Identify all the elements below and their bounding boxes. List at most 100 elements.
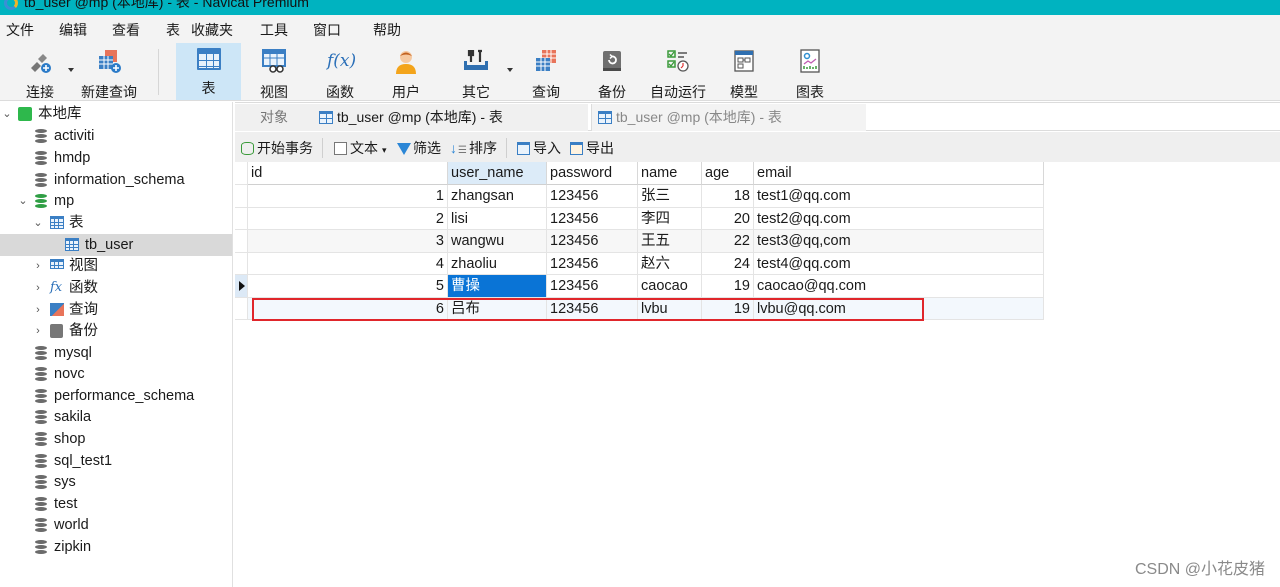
- tree-db-zipkin[interactable]: zipkin: [0, 536, 232, 558]
- begin-transaction-button[interactable]: 开始事务: [241, 139, 313, 157]
- other-button[interactable]: 其它: [450, 43, 502, 100]
- table-row[interactable]: 3 wangwu 123456 王五 22 test3@qq,com: [235, 230, 1045, 253]
- cell-user-name[interactable]: lisi: [448, 207, 547, 230]
- row-indicator[interactable]: [235, 185, 248, 208]
- tree-connection-local[interactable]: ⌄ 本地库: [0, 103, 232, 125]
- column-header-name[interactable]: name: [638, 162, 702, 185]
- cell-age[interactable]: 19: [702, 275, 754, 298]
- menu-view[interactable]: 查看: [112, 20, 140, 40]
- menu-table[interactable]: 表: [166, 20, 180, 40]
- cell-password[interactable]: 123456: [547, 252, 638, 275]
- cell-user-name[interactable]: zhangsan: [448, 185, 547, 208]
- tab-tb-user-design[interactable]: tb_user @mp (本地库) - 表: [591, 104, 866, 131]
- view-button[interactable]: 视图: [248, 43, 300, 100]
- tab-tb-user-active[interactable]: tb_user @mp (本地库) - 表: [313, 104, 588, 131]
- cell-id[interactable]: 2: [248, 207, 448, 230]
- row-indicator-current[interactable]: [235, 275, 248, 298]
- cell-password[interactable]: 123456: [547, 230, 638, 253]
- table-row[interactable]: 6 吕布 123456 lvbu 19 lvbu@qq.com: [235, 297, 1045, 320]
- table-row[interactable]: 4 zhaoliu 123456 赵六 24 test4@qq.com: [235, 252, 1045, 275]
- filter-button[interactable]: 筛选: [397, 139, 441, 157]
- cell-user-name[interactable]: wangwu: [448, 230, 547, 253]
- tree-db-novc[interactable]: novc: [0, 363, 232, 385]
- column-header-email[interactable]: email: [754, 162, 1044, 185]
- cell-age[interactable]: 20: [702, 207, 754, 230]
- tree-folder-backups[interactable]: › 备份: [0, 320, 232, 342]
- query-button[interactable]: 查询: [520, 43, 572, 100]
- chevron-right-icon[interactable]: ›: [33, 320, 43, 342]
- column-header-age[interactable]: age: [702, 162, 754, 185]
- connect-dropdown-arrow[interactable]: [68, 68, 74, 72]
- menu-help[interactable]: 帮助: [373, 20, 401, 40]
- cell-id[interactable]: 5: [248, 275, 448, 298]
- connect-button[interactable]: 连接: [18, 43, 62, 100]
- table-button[interactable]: 表: [176, 43, 241, 100]
- table-row[interactable]: 1 zhangsan 123456 张三 18 test1@qq.com: [235, 185, 1045, 208]
- tree-db-mysql[interactable]: mysql: [0, 342, 232, 364]
- function-button[interactable]: f(x) 函数: [314, 43, 366, 100]
- cell-email[interactable]: test2@qq.com: [754, 207, 1044, 230]
- tree-db-activiti[interactable]: activiti: [0, 125, 232, 147]
- chevron-down-icon[interactable]: ⌄: [2, 103, 12, 125]
- column-header-user-name[interactable]: user_name: [448, 162, 547, 185]
- tree-folder-functions[interactable]: › fx 函数: [0, 277, 232, 299]
- tree-db-sakila[interactable]: sakila: [0, 406, 232, 428]
- tree-db-information-schema[interactable]: information_schema: [0, 169, 232, 191]
- cell-id[interactable]: 1: [248, 185, 448, 208]
- chevron-down-icon[interactable]: ⌄: [33, 212, 43, 234]
- table-row-current[interactable]: 5 曹操 123456 caocao 19 caocao@qq.com: [235, 275, 1045, 298]
- other-dropdown-arrow[interactable]: [507, 68, 513, 72]
- row-indicator[interactable]: [235, 230, 248, 253]
- tree-db-shop[interactable]: shop: [0, 428, 232, 450]
- tree-folder-views[interactable]: › 视图: [0, 255, 232, 277]
- import-button[interactable]: 导入: [517, 139, 561, 157]
- cell-email[interactable]: lvbu@qq.com: [754, 297, 1044, 320]
- column-header-id[interactable]: id: [248, 162, 448, 185]
- cell-email[interactable]: test3@qq,com: [754, 230, 1044, 253]
- menu-tools[interactable]: 工具: [260, 20, 288, 40]
- cell-user-name[interactable]: 吕布: [448, 297, 547, 320]
- cell-id[interactable]: 6: [248, 297, 448, 320]
- sort-button[interactable]: ↓☰ 排序: [450, 139, 497, 160]
- cell-name[interactable]: 赵六: [638, 252, 702, 275]
- row-indicator[interactable]: [235, 207, 248, 230]
- chevron-right-icon[interactable]: ›: [33, 255, 43, 277]
- tree-db-performance-schema[interactable]: performance_schema: [0, 385, 232, 407]
- cell-email[interactable]: caocao@qq.com: [754, 275, 1044, 298]
- tree-folder-queries[interactable]: › 查询: [0, 299, 232, 321]
- cell-id[interactable]: 4: [248, 252, 448, 275]
- menu-file[interactable]: 文件: [6, 20, 34, 40]
- cell-id[interactable]: 3: [248, 230, 448, 253]
- cell-user-name[interactable]: zhaoliu: [448, 252, 547, 275]
- chart-button[interactable]: 图表: [784, 43, 836, 100]
- menu-edit[interactable]: 编辑: [59, 20, 87, 40]
- cell-user-name-selected[interactable]: 曹操: [448, 275, 547, 298]
- row-indicator[interactable]: [235, 252, 248, 275]
- cell-password[interactable]: 123456: [547, 275, 638, 298]
- chevron-right-icon[interactable]: ›: [33, 277, 43, 299]
- menu-window[interactable]: 窗口: [313, 20, 341, 40]
- cell-password[interactable]: 123456: [547, 207, 638, 230]
- cell-age[interactable]: 18: [702, 185, 754, 208]
- cell-name[interactable]: caocao: [638, 275, 702, 298]
- user-button[interactable]: 用户: [380, 43, 432, 100]
- cell-email[interactable]: test4@qq.com: [754, 252, 1044, 275]
- cell-password[interactable]: 123456: [547, 297, 638, 320]
- cell-password[interactable]: 123456: [547, 185, 638, 208]
- cell-name[interactable]: lvbu: [638, 297, 702, 320]
- tree-table-tb-user[interactable]: tb_user: [0, 234, 232, 256]
- cell-age[interactable]: 22: [702, 230, 754, 253]
- cell-email[interactable]: test1@qq.com: [754, 185, 1044, 208]
- tree-folder-tables[interactable]: ⌄ 表: [0, 212, 232, 234]
- tree-db-world[interactable]: world: [0, 514, 232, 536]
- cell-name[interactable]: 张三: [638, 185, 702, 208]
- backup-button[interactable]: 备份: [586, 43, 638, 100]
- tree-db-hmdp[interactable]: hmdp: [0, 147, 232, 169]
- export-button[interactable]: 导出: [570, 139, 614, 157]
- cell-age[interactable]: 24: [702, 252, 754, 275]
- automation-button[interactable]: 自动运行: [648, 43, 708, 100]
- tab-objects[interactable]: 对象: [235, 104, 313, 131]
- cell-name[interactable]: 王五: [638, 230, 702, 253]
- tree-db-mp[interactable]: ⌄ mp: [0, 190, 232, 212]
- text-view-button[interactable]: 文本 ▾: [334, 139, 387, 159]
